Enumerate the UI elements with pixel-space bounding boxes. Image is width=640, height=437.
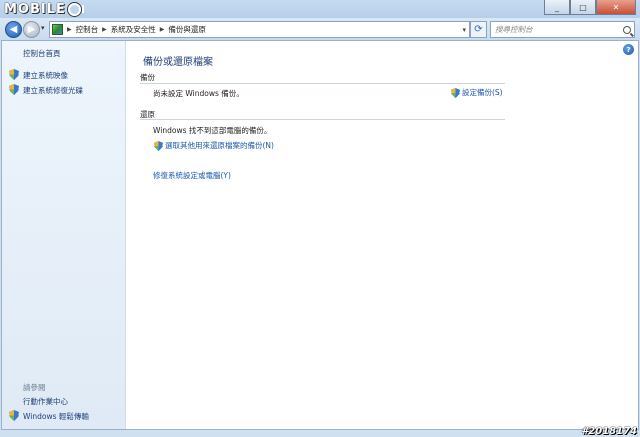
breadcrumb[interactable]: ▶ 控制台 ▶ 系統及安全性 ▶ 備份與還原 ▾ [49, 21, 470, 38]
setup-backup-label[interactable]: 設定備份(S) [462, 87, 503, 98]
page-title: 備份或還原檔案 [143, 57, 213, 68]
backup-status-text: 尚未設定 Windows 備份。 [153, 89, 244, 98]
divider [140, 83, 505, 84]
mobile01-watermark-logo: MOBILE [4, 1, 84, 17]
main-panel: ? 備份或還原檔案 備份 尚未設定 Windows 備份。 設定備份(S) 還原… [126, 41, 638, 429]
window-content: 控制台首頁 建立系統映像 建立系統修復光碟 請參閱 行動作業中心 Windows… [1, 40, 639, 430]
task-pane: 控制台首頁 建立系統映像 建立系統修復光碟 請參閱 行動作業中心 Windows… [2, 41, 126, 429]
forward-button[interactable]: ▶ [23, 21, 40, 38]
refresh-button[interactable]: ⟳ [470, 21, 487, 38]
chevron-right-icon[interactable]: ▶ [67, 26, 72, 33]
history-dropdown-icon[interactable]: ▾ [41, 24, 45, 32]
search-input[interactable] [495, 25, 615, 34]
back-button[interactable]: ◀ [5, 21, 22, 38]
search-icon[interactable] [623, 25, 631, 34]
minimize-icon[interactable]: _ [544, 0, 570, 15]
select-other-backup-label[interactable]: 選取其他用來還原檔案的備份(N) [165, 140, 274, 151]
address-dropdown-icon[interactable]: ▾ [462, 26, 469, 34]
chevron-right-icon[interactable]: ▶ [102, 26, 107, 33]
breadcrumb-backup-restore[interactable]: 備份與還原 [168, 24, 206, 35]
control-panel-home-link[interactable]: 控制台首頁 [23, 48, 61, 59]
maximize-icon[interactable]: □ [570, 0, 596, 15]
see-also-heading: 請參閱 [23, 383, 46, 392]
post-id-watermark: #2018174 [581, 426, 637, 437]
divider [140, 119, 505, 120]
backup-section-heading: 備份 [140, 73, 155, 82]
uac-shield-icon [451, 87, 460, 98]
title-bar: MOBILE _ □ ✕ [0, 0, 640, 18]
window-controls: _ □ ✕ [544, 0, 636, 15]
setup-backup-link[interactable]: 設定備份(S) [451, 87, 503, 98]
see-also-easy-transfer[interactable]: Windows 輕鬆傳輸 [23, 411, 89, 422]
sidebar-item-create-system-image[interactable]: 建立系統映像 [23, 70, 68, 81]
chevron-right-icon[interactable]: ▶ [160, 26, 165, 33]
control-panel-icon [52, 24, 63, 35]
breadcrumb-control-panel[interactable]: 控制台 [76, 24, 99, 35]
uac-shield-icon [9, 84, 19, 95]
sidebar-item-create-repair-disc[interactable]: 建立系統修復光碟 [23, 85, 83, 96]
see-also-action-center[interactable]: 行動作業中心 [23, 396, 68, 407]
restore-status-text: Windows 找不到這部電腦的備份。 [153, 126, 272, 135]
uac-shield-icon [154, 140, 163, 151]
recover-system-link[interactable]: 修復系統設定或電腦(Y) [153, 170, 231, 181]
uac-shield-icon [9, 69, 19, 80]
breadcrumb-system-security[interactable]: 系統及安全性 [111, 24, 156, 35]
select-other-backup-link[interactable]: 選取其他用來還原檔案的備份(N) [154, 140, 274, 151]
uac-shield-icon [9, 410, 19, 421]
help-icon[interactable]: ? [623, 44, 634, 55]
search-box[interactable] [490, 21, 635, 38]
close-icon[interactable]: ✕ [596, 0, 636, 15]
address-bar: ◀ ▶ ▾ ▶ 控制台 ▶ 系統及安全性 ▶ 備份與還原 ▾ ⟳ [0, 18, 640, 40]
